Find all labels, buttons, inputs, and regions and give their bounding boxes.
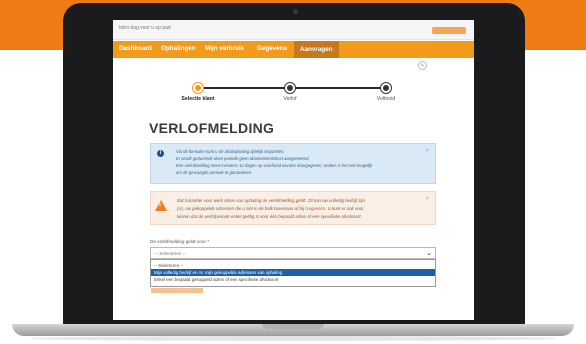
warning-line: (A), uw gekoppelde adressen die u ziet i… — [177, 206, 364, 211]
step-indicator-verlof — [285, 83, 295, 93]
next-button-partial[interactable] — [151, 288, 203, 293]
select-value: -- Selecteren -- — [155, 251, 186, 256]
webcam-icon — [293, 9, 298, 14]
scope-dropdown-list: -- Selecteren -- Mijn volledig bedrijf e… — [150, 259, 436, 287]
info-line: Via dit formulier kunt u de afvalophalin… — [176, 149, 285, 154]
laptop-shadow — [30, 336, 556, 341]
nav-item-ophalingen[interactable]: Ophalingen — [161, 45, 196, 52]
step-label-voltooid: Voltooid — [376, 96, 396, 102]
laptop-base-notch — [262, 324, 324, 329]
info-line: Een verlofmelding moet minstens 14 dagen… — [176, 163, 373, 168]
info-line: om de gevraagde periode te garanderen. — [176, 170, 253, 175]
info-line: Er wordt gedurende deze periode geen abo… — [176, 156, 310, 161]
close-icon[interactable]: × — [425, 148, 429, 154]
step-label-verlof: Verlof — [283, 96, 297, 102]
nav-item-gegevens[interactable]: Gegevens — [257, 45, 287, 52]
nav-item-aanvragen[interactable]: Aanvragen — [294, 41, 339, 58]
laptop-screen: Intro dag voor u op pad Dashboard Ophali… — [113, 20, 474, 320]
step-indicator-voltooid — [381, 83, 391, 93]
warning-line-part: (A), uw gekoppelde adressen die u ziet i… — [177, 206, 306, 211]
warning-triangle-icon — [155, 200, 167, 211]
main-navigation: Dashboard Ophalingen Mijn verbruik Gegev… — [113, 41, 474, 58]
info-circle-icon: i — [157, 150, 164, 157]
top-strip-text: Intro dag voor u op pad — [119, 25, 171, 31]
nav-item-mijn-verbruik[interactable]: Mijn verbruik — [205, 45, 244, 52]
dropdown-option[interactable]: -- Selecteren -- — [151, 262, 435, 269]
scope-select[interactable]: -- Selecteren -- ⌄ — [150, 247, 436, 259]
warning-exclamation: ! — [159, 203, 161, 209]
top-strip: Intro dag voor u op pad — [113, 20, 474, 40]
gegevens-link[interactable]: Gegevens — [305, 206, 325, 211]
warning-line-part: . U kunt er ook voor — [325, 206, 364, 211]
progress-steps: Selectie klant Verlof Voltooid — [113, 77, 474, 107]
warning-line: kiezen dat de verlofperiode enkel geldig… — [177, 214, 362, 219]
info-alert: i Via dit formulier kunt u de afvalophal… — [150, 143, 436, 184]
step-connector — [198, 87, 298, 89]
field-label: De verlofmelding geldt voor * — [150, 239, 209, 244]
screenshot-stage: Intro dag voor u op pad Dashboard Ophali… — [0, 0, 586, 344]
step-indicator-selectie-klant — [193, 83, 203, 93]
step-connector — [298, 87, 390, 89]
warning-alert: ! Ibiz harander voor werk adres van opha… — [150, 191, 436, 225]
step-label-selectie-klant: Selectie klant — [181, 96, 215, 102]
nav-item-dashboard[interactable]: Dashboard — [119, 45, 152, 52]
pencil-icon[interactable]: ✎ — [418, 61, 427, 70]
warning-line: Ibiz harander voor werk adres van ophali… — [177, 198, 365, 203]
dropdown-option-selected[interactable]: Mijn volledig bedrijf en AL mijn gekoppe… — [151, 269, 435, 276]
close-icon[interactable]: × — [425, 196, 429, 202]
top-strip-button[interactable] — [432, 27, 466, 34]
chevron-down-icon: ⌄ — [426, 250, 432, 257]
dropdown-option[interactable]: Enkel een bepaald gekoppeld adres of een… — [151, 276, 435, 283]
page-title: VERLOFMELDING — [149, 120, 275, 136]
